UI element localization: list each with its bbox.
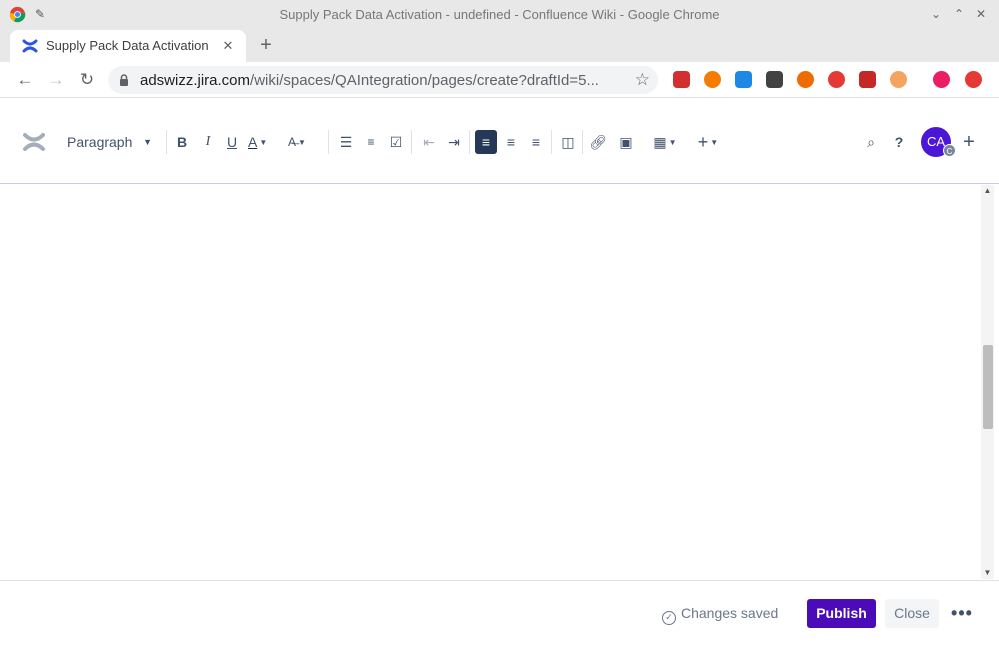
text-color-button[interactable]: A ▼	[248, 130, 278, 154]
close-window-button[interactable]: ✕	[972, 5, 990, 23]
tab-close-icon[interactable]: ✕	[220, 38, 236, 54]
underline-button[interactable]: U	[222, 130, 242, 154]
chevron-down-icon: ▼	[298, 137, 306, 147]
scrollbar-thumb[interactable]	[983, 345, 993, 429]
toolbar-divider	[411, 130, 412, 154]
text-color-label: A	[248, 134, 258, 150]
tab-strip: Supply Pack Data Activation ✕ +	[0, 29, 999, 62]
table-icon: ▦	[653, 134, 667, 150]
ext-orange-circle-icon[interactable]	[704, 71, 721, 88]
chevron-down-icon: ▼	[143, 137, 152, 147]
numbered-list-icon[interactable]: ≡	[361, 130, 381, 154]
ext-up-arrow-icon[interactable]	[965, 71, 982, 88]
tab-title: Supply Pack Data Activation	[46, 38, 209, 53]
url-path: /wiki/spaces/QAIntegration/pages/create?…	[250, 72, 599, 89]
text-style-label: Paragraph	[67, 134, 133, 150]
chevron-down-icon: ▼	[259, 138, 268, 148]
toolbar-divider	[582, 130, 583, 154]
window-title: Supply Pack Data Activation - undefined …	[279, 7, 720, 22]
url-text: adswizz.jira.com/wiki/spaces/QAIntegrati…	[140, 72, 620, 89]
bold-button[interactable]: B	[172, 130, 192, 154]
toolbar-divider	[328, 130, 329, 154]
maximize-button[interactable]: ⌃	[950, 5, 968, 23]
browser-tab[interactable]: Supply Pack Data Activation ✕	[10, 30, 246, 62]
check-circle-icon: ✓	[662, 611, 676, 625]
editor-scrollbar[interactable]: ▲ ▼	[981, 185, 994, 579]
align-right-icon[interactable]: ≡	[526, 130, 546, 154]
text-style-dropdown[interactable]: Paragraph ▼	[62, 131, 156, 153]
toolbar-divider	[551, 130, 552, 154]
editor-footer: ✓ Changes saved Publish Close •••	[0, 580, 999, 647]
page-layout-icon[interactable]: ◫	[558, 130, 578, 154]
window-title-bar: ✎ Supply Pack Data Activation - undefine…	[0, 0, 999, 29]
italic-button[interactable]: I	[198, 130, 218, 154]
ext-forward-icon[interactable]	[859, 71, 876, 88]
avatar-badge: C	[943, 144, 956, 157]
chevron-down-icon: ▼	[710, 138, 719, 148]
ext-face-icon[interactable]	[890, 71, 907, 88]
align-left-icon[interactable]: ≡	[475, 130, 497, 154]
minimize-button[interactable]: ⌄	[927, 5, 945, 23]
ext-stop-icon[interactable]	[828, 71, 845, 88]
publish-button[interactable]: Publish	[807, 599, 876, 628]
address-bar[interactable]: adswizz.jira.com/wiki/spaces/QAIntegrati…	[108, 66, 658, 94]
ext-mask-icon[interactable]	[766, 71, 783, 88]
editor-content-area[interactable]	[0, 185, 981, 579]
confluence-logo-icon[interactable]	[22, 130, 46, 154]
bookmark-star-icon[interactable]: ☆	[635, 70, 650, 90]
search-icon[interactable]: ⌕	[861, 130, 881, 154]
toolbar-divider	[469, 130, 470, 154]
insert-more-button[interactable]: + ▼	[694, 130, 722, 154]
table-button[interactable]: ▦ ▼	[651, 130, 679, 154]
scroll-up-icon[interactable]: ▲	[981, 185, 994, 197]
task-list-icon[interactable]: ☑	[386, 130, 406, 154]
link-icon[interactable]: 🔗︎	[588, 130, 608, 154]
clear-formatting-icon: A̶	[288, 135, 297, 149]
ext-download-icon[interactable]	[735, 71, 752, 88]
save-status: ✓ Changes saved	[662, 605, 778, 625]
confluence-favicon-icon	[22, 39, 38, 53]
reload-icon[interactable]: ↻	[76, 69, 98, 91]
outdent-icon[interactable]: ⇤	[419, 130, 439, 154]
image-icon[interactable]: ▣	[616, 130, 636, 154]
chevron-down-icon: ▼	[668, 138, 677, 148]
bullet-list-icon[interactable]: ☰	[336, 130, 356, 154]
new-tab-button[interactable]: +	[256, 35, 276, 55]
ext-profile-c-icon[interactable]	[933, 71, 950, 88]
invite-plus-icon[interactable]: +	[959, 130, 979, 154]
ext-red-badge-icon[interactable]	[673, 71, 690, 88]
align-center-icon[interactable]: ≡	[501, 130, 521, 154]
browser-navbar: ← → ↻ adswizz.jira.com/wiki/spaces/QAInt…	[0, 62, 999, 98]
toolbar-divider	[166, 130, 167, 154]
indent-icon[interactable]: ⇥	[444, 130, 464, 154]
lock-icon	[120, 74, 128, 86]
plus-icon: +	[697, 132, 709, 152]
scroll-down-icon[interactable]: ▼	[981, 567, 994, 579]
clear-format-button[interactable]: A̶ ▼	[288, 130, 320, 154]
url-host: adswizz.jira.com	[140, 72, 251, 89]
more-actions-button[interactable]: •••	[949, 599, 975, 628]
save-status-text: Changes saved	[681, 605, 779, 621]
back-arrow-icon[interactable]: ←	[14, 69, 36, 91]
ext-flame-icon[interactable]	[797, 71, 814, 88]
forward-arrow-icon[interactable]: →	[45, 69, 67, 91]
close-button[interactable]: Close	[885, 599, 939, 628]
help-button[interactable]: ?	[889, 130, 909, 154]
editor-toolbar: Paragraph ▼ B I U A ▼ A̶ ▼ ☰ ≡ ☑ ⇤ ⇥ ≡ ≡ ≡…	[0, 98, 999, 184]
